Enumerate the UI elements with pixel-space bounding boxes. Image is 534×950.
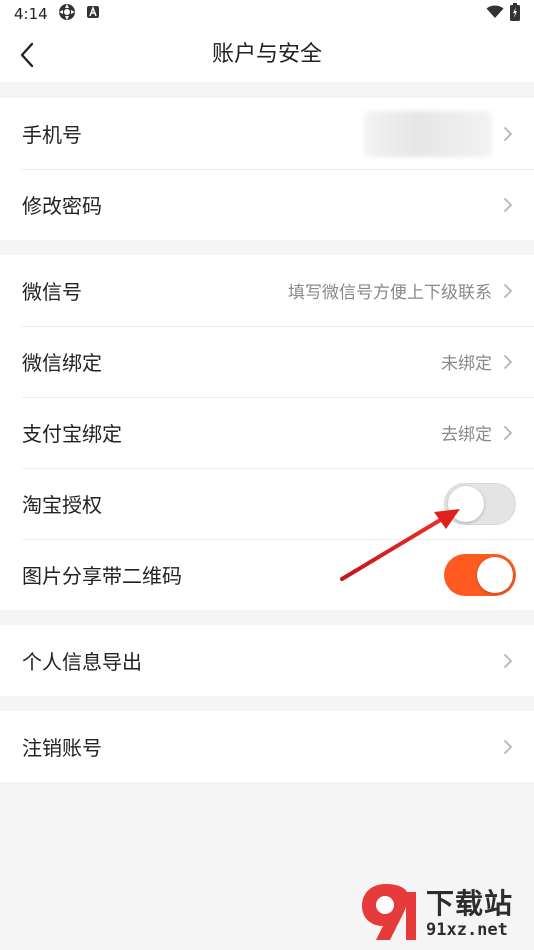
toggle-knob [448, 485, 484, 522]
chevron-right-icon [502, 738, 514, 756]
account-group: 手机号 修改密码 [0, 98, 534, 240]
qr-share-toggle[interactable] [444, 553, 516, 596]
export-group: 个人信息导出 [0, 625, 534, 696]
change-password-row[interactable]: 修改密码 [0, 169, 534, 240]
qr-share-label: 图片分享带二维码 [22, 564, 182, 588]
phone-label: 手机号 [22, 123, 82, 147]
watermark-title: 下载站 [426, 887, 514, 920]
alipay-bind-label: 支付宝绑定 [22, 422, 122, 446]
status-bar: 4:14 [0, 0, 534, 28]
binding-group: 微信号 填写微信号方便上下级联系 微信绑定 未绑定 支付宝绑定 去绑定 淘宝授权 [0, 255, 534, 610]
cancel-account-label: 注销账号 [22, 736, 102, 760]
back-button[interactable] [10, 38, 44, 72]
app-bar: 账户与安全 [0, 28, 534, 82]
watermark-logo: 下载站 91xz.net [356, 876, 528, 946]
wechat-id-label: 微信号 [22, 280, 82, 304]
chevron-right-icon [502, 424, 514, 442]
taobao-auth-label: 淘宝授权 [22, 493, 102, 517]
phone-row[interactable]: 手机号 [0, 98, 534, 169]
chevron-right-icon [502, 282, 514, 300]
nine-one-logo-icon [356, 878, 422, 944]
wechat-id-row[interactable]: 微信号 填写微信号方便上下级联系 [0, 255, 534, 326]
change-password-label: 修改密码 [22, 194, 102, 218]
toggle-knob [477, 556, 513, 593]
qr-share-row: 图片分享带二维码 [0, 539, 534, 610]
wechat-id-placeholder: 填写微信号方便上下级联系 [288, 283, 492, 303]
wechat-bind-label: 微信绑定 [22, 351, 102, 375]
personal-info-export-row[interactable]: 个人信息导出 [0, 625, 534, 696]
status-time: 4:14 [14, 5, 48, 23]
chevron-right-icon [502, 196, 514, 214]
alipay-bind-row[interactable]: 支付宝绑定 去绑定 [0, 397, 534, 468]
taobao-auth-toggle[interactable] [444, 482, 516, 525]
settings-gear-icon [58, 3, 76, 25]
cancel-account-group: 注销账号 [0, 711, 534, 782]
a-notification-icon [86, 5, 100, 23]
wechat-bind-status: 未绑定 [441, 354, 492, 374]
chevron-right-icon [502, 652, 514, 670]
wechat-bind-row[interactable]: 微信绑定 未绑定 [0, 326, 534, 397]
battery-charging-icon [510, 3, 520, 25]
blurred-phone-value [364, 110, 492, 157]
chevron-left-icon [20, 42, 34, 68]
chevron-right-icon [502, 125, 514, 143]
personal-info-export-label: 个人信息导出 [22, 650, 142, 674]
chevron-right-icon [502, 353, 514, 371]
wifi-icon [486, 5, 504, 23]
watermark-url: 91xz.net [426, 920, 508, 940]
taobao-auth-row: 淘宝授权 [0, 468, 534, 539]
page-title: 账户与安全 [211, 42, 322, 67]
cancel-account-row[interactable]: 注销账号 [0, 711, 534, 782]
alipay-bind-status: 去绑定 [441, 425, 492, 445]
